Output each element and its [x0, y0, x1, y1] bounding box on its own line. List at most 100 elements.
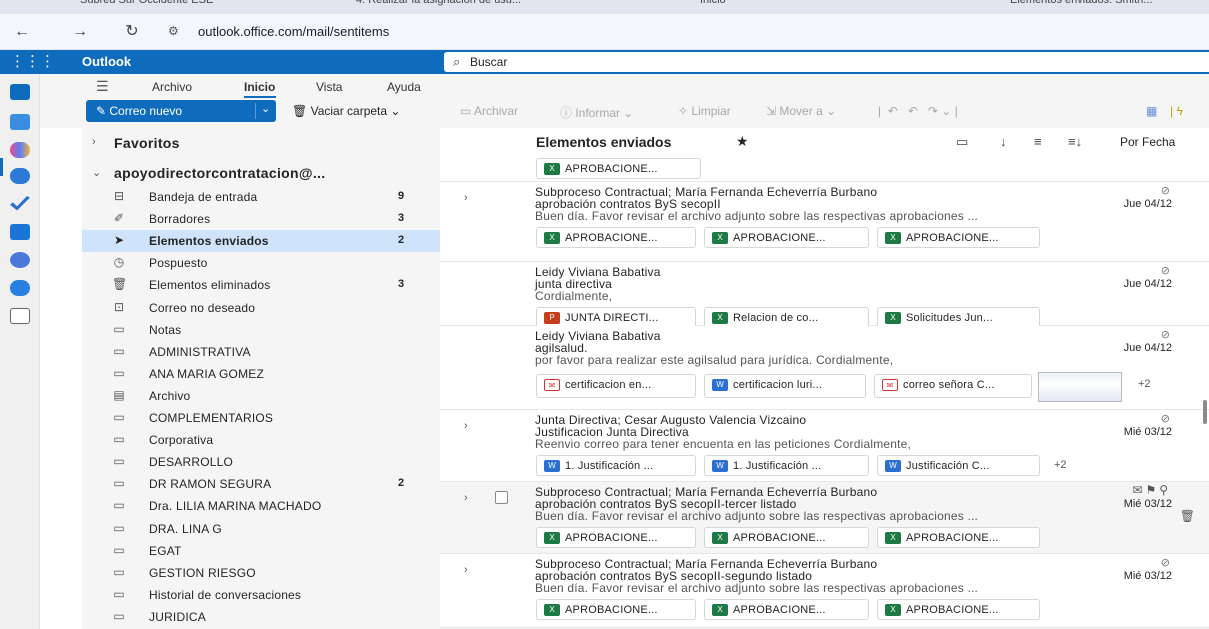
folder-item[interactable]: ▭ GESTION RIESGO: [82, 562, 440, 584]
folder-item[interactable]: ▭ Dra. LILIA MARINA MACHADO: [82, 495, 440, 517]
delete-icon[interactable]: 🗑: [1180, 509, 1195, 523]
pin-icon[interactable]: ⚲: [1159, 483, 1171, 497]
folder-item[interactable]: ⊟ Bandeja de entrada 9: [82, 186, 440, 208]
search-input[interactable]: [470, 54, 1070, 70]
sort-by-date[interactable]: Por Fecha: [1120, 135, 1175, 149]
scrollbar-thumb[interactable]: [1203, 400, 1207, 424]
folder-item[interactable]: ⊡ Correo no deseado: [82, 297, 440, 319]
chevron-right-icon[interactable]: ›: [464, 492, 468, 504]
attachment-chip[interactable]: ✉ certificacion en...: [536, 374, 696, 398]
reply-icon[interactable]: | ↶ ↶ ↷ ⌄ |: [878, 104, 958, 118]
teams-icon[interactable]: [10, 252, 30, 268]
reload-icon[interactable]: ↻: [122, 22, 142, 42]
folder-item[interactable]: ▤ Archivo: [82, 385, 440, 407]
tab-ayuda[interactable]: Ayuda: [387, 80, 421, 94]
site-settings-icon[interactable]: ⚙: [168, 24, 179, 38]
chevron-down-icon[interactable]: ⌄: [261, 102, 270, 115]
favorites-header[interactable]: › Favoritos: [82, 132, 440, 156]
empty-folder-button[interactable]: 🗑 Vaciar carpeta ⌄: [292, 104, 400, 118]
favorite-star-icon[interactable]: ★: [736, 133, 749, 150]
browser-tab[interactable]: Subred Sur Occidente ESE: [80, 0, 213, 12]
list-item[interactable]: X APROBACIONE...: [440, 156, 1209, 182]
tab-inicio[interactable]: Inicio: [244, 80, 275, 94]
attachment-chip[interactable]: W 1. Justificación ...: [536, 455, 696, 476]
back-icon[interactable]: ←: [12, 22, 32, 42]
mail-icon[interactable]: [10, 84, 30, 100]
attachment-chip[interactable]: X Relacion de co...: [704, 307, 869, 328]
attachment-thumbnail[interactable]: [1038, 372, 1122, 402]
chevron-right-icon[interactable]: ›: [464, 564, 468, 576]
attachment-chip[interactable]: Wcertificacion luri...: [704, 374, 866, 398]
browser-tab[interactable]: Elementos enviados: Smith...: [1010, 0, 1152, 12]
attachment-chip[interactable]: X APROBACIONE...: [877, 227, 1040, 248]
list-item[interactable]: Leidy Viviana Babativa agilsalud. por favo…: [440, 326, 1209, 410]
chevron-right-icon[interactable]: ›: [464, 192, 468, 204]
folder-item[interactable]: ▭ DRA. LINA G: [82, 518, 440, 540]
list-item[interactable]: › Subproceso Contractual; María Fernanda …: [440, 182, 1209, 262]
attachment-chip[interactable]: P JUNTA DIRECTI...: [536, 307, 696, 328]
attachment-chip[interactable]: ✉ correo señora C...: [874, 374, 1032, 398]
app-brand[interactable]: Outlook: [82, 54, 131, 69]
app-launcher-icon[interactable]: ⋮⋮⋮: [10, 52, 55, 72]
attachment-chip[interactable]: X APROBACIONE...: [877, 599, 1040, 620]
sort-icon[interactable]: ≡↓: [1068, 134, 1082, 149]
folder-item[interactable]: ▭ DR RAMON SEGURA 2: [82, 473, 440, 495]
more-apps-icon[interactable]: [10, 308, 30, 324]
attachment-chip[interactable]: W Justificación C...: [877, 455, 1040, 476]
folder-item[interactable]: ▭ ANA MARIA GOMEZ: [82, 363, 440, 385]
report-button[interactable]: ⓘ Informar ⌄: [560, 104, 633, 121]
folder-item[interactable]: ◷ Pospuesto: [82, 252, 440, 274]
folder-item[interactable]: ✐ Borradores 3: [82, 208, 440, 230]
quick-steps-icon[interactable]: | ϟ: [1170, 104, 1183, 118]
attachment-chip[interactable]: X APROBACIONE...: [536, 158, 701, 179]
select-checkbox[interactable]: [495, 491, 508, 504]
list-item[interactable]: Leidy Viviana Babativa junta directiva Cor…: [440, 262, 1209, 328]
folder-item[interactable]: ▭ DESARROLLO: [82, 451, 440, 473]
more-attachments[interactable]: +2: [1054, 459, 1067, 471]
mark-unread-icon[interactable]: ✉: [1132, 483, 1145, 497]
jump-to-icon[interactable]: ↓: [1000, 134, 1007, 149]
chevron-right-icon[interactable]: ›: [464, 420, 468, 432]
calendar-icon[interactable]: [10, 114, 30, 130]
flag-icon[interactable]: ⚑: [1145, 483, 1159, 497]
menu-icon[interactable]: ☰: [96, 78, 109, 95]
people-icon[interactable]: [10, 168, 30, 184]
folder-item[interactable]: ▭ EGAT: [82, 540, 440, 562]
filter-icon[interactable]: ≡: [1034, 134, 1042, 149]
browser-tab[interactable]: Inicio: [700, 0, 726, 12]
new-mail-button[interactable]: ✎ Correo nuevo ⌄: [86, 100, 276, 122]
select-icon[interactable]: ▭: [956, 134, 968, 150]
attachment-chip[interactable]: W 1. Justificación ...: [704, 455, 869, 476]
folder-item[interactable]: 🗑 Elementos eliminados 3: [82, 274, 440, 296]
tab-vista[interactable]: Vista: [316, 80, 342, 94]
tab-archivo[interactable]: Archivo: [152, 80, 192, 94]
folder-item[interactable]: ▭ ADMINISTRATIVA: [82, 341, 440, 363]
attachment-chip[interactable]: X APROBACIONE...: [704, 227, 869, 248]
attachment-chip[interactable]: X APROBACIONE...: [536, 227, 696, 248]
attachment-chip[interactable]: X APROBACIONE...: [536, 599, 696, 620]
archive-button[interactable]: ▭ Archivar: [460, 104, 518, 118]
folder-item[interactable]: ➤ Elementos enviados 2: [82, 230, 440, 253]
copilot-icon[interactable]: [10, 142, 30, 158]
todo-icon[interactable]: [10, 196, 30, 211]
files-icon[interactable]: [10, 224, 30, 240]
folder-item[interactable]: ▭ Corporativa: [82, 429, 440, 451]
list-item[interactable]: › Subproceso Contractual; María Fernanda …: [440, 482, 1209, 554]
folder-item[interactable]: ▭ COMPLEMENTARIOS: [82, 407, 440, 429]
attachment-chip[interactable]: X APROBACIONE...: [536, 527, 696, 548]
attachment-chip[interactable]: X APROBACIONE...: [704, 599, 869, 620]
forward-icon[interactable]: →: [70, 22, 90, 42]
attachment-chip[interactable]: X APROBACIONE...: [704, 527, 869, 548]
search-box[interactable]: ⌕: [444, 52, 1209, 72]
sweep-button[interactable]: ✧ Limpiar: [678, 104, 731, 118]
folder-item[interactable]: ▭ Historial de conversaciones: [82, 584, 440, 606]
folder-item[interactable]: ▭ Notas: [82, 319, 440, 341]
more-attachments[interactable]: +2: [1138, 378, 1151, 390]
folder-item[interactable]: ▭ JURIDICA: [82, 606, 440, 628]
apps-icon[interactable]: ▦: [1146, 104, 1157, 118]
list-item[interactable]: › Subproceso Contractual; María Fernanda …: [440, 554, 1209, 628]
list-item[interactable]: › Junta Directiva; Cesar Augusto Valencia…: [440, 410, 1209, 482]
url-field[interactable]: outlook.office.com/mail/sentitems: [198, 24, 389, 39]
attachment-chip[interactable]: X APROBACIONE...: [877, 527, 1040, 548]
attachment-chip[interactable]: X Solicitudes Jun...: [877, 307, 1040, 328]
